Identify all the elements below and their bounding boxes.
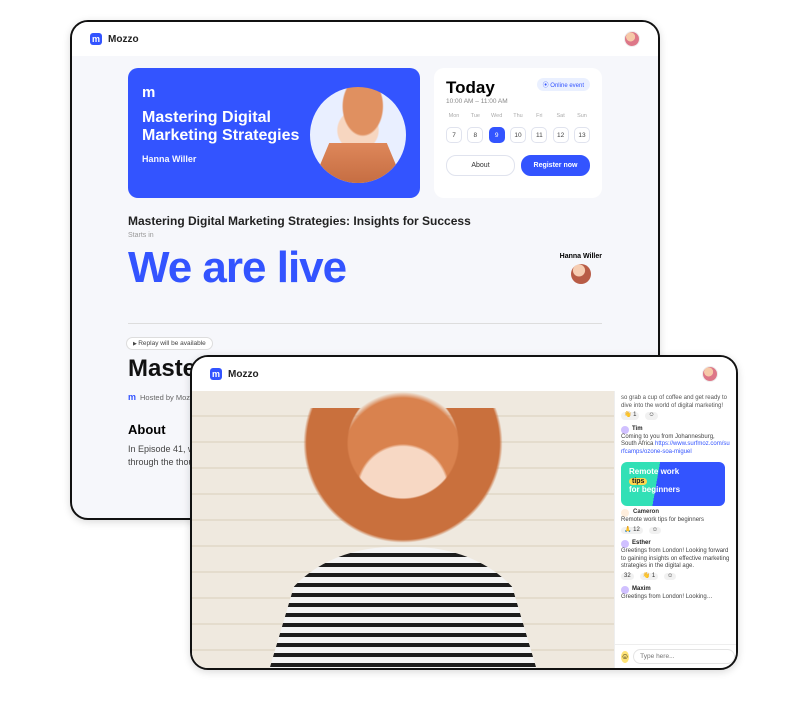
chat-text: so grab a cup of coffee and get ready to… bbox=[621, 395, 727, 409]
host-name: Hanna Willer bbox=[560, 253, 602, 260]
chat-message: Tim Coming to you from Johannesburg, Sou… bbox=[621, 426, 730, 457]
chat-panel: so grab a cup of coffee and get ready to… bbox=[614, 391, 736, 668]
reaction[interactable]: 👋 1 bbox=[640, 573, 658, 581]
date-cell[interactable]: 8 bbox=[467, 127, 483, 143]
schedule-today-label: Today bbox=[446, 78, 508, 98]
reaction[interactable]: 🙏 12 bbox=[621, 527, 643, 535]
chat-stream[interactable]: so grab a cup of coffee and get ready to… bbox=[615, 391, 736, 644]
brand[interactable]: m Mozzo bbox=[210, 368, 259, 380]
speaker-photo bbox=[310, 87, 406, 183]
host-brand-mark-icon: m bbox=[128, 392, 136, 402]
date-cell[interactable]: 13 bbox=[574, 127, 590, 143]
weekday-label: Wed bbox=[489, 113, 505, 119]
host-chip[interactable]: Hanna Willer bbox=[560, 253, 602, 284]
reaction-add-icon[interactable]: ☺ bbox=[664, 573, 676, 581]
live-headline: We are live bbox=[128, 243, 346, 293]
online-event-badge: ⦿ Online event bbox=[537, 78, 590, 91]
weekday-label: Thu bbox=[510, 113, 526, 119]
chat-input[interactable] bbox=[633, 649, 735, 664]
schedule-time: 10:00 AM – 11:00 AM bbox=[446, 98, 508, 105]
chat-card-image: Remote work tips for beginners bbox=[621, 462, 725, 506]
replay-pill: Replay will be available bbox=[126, 337, 213, 350]
avatar[interactable] bbox=[624, 31, 640, 47]
chat-text: Greetings from London! Looking… bbox=[621, 594, 713, 600]
chat-reactions[interactable]: 🙏 12 ☺ bbox=[621, 527, 730, 535]
chat-username[interactable]: Esther bbox=[621, 540, 730, 548]
hero-brand-mark-icon: m bbox=[142, 84, 155, 101]
hero-card: m Mastering Digital Marketing Strategies… bbox=[128, 68, 420, 198]
reaction-add-icon[interactable]: ☺ bbox=[645, 412, 657, 420]
date-cell[interactable]: 11 bbox=[531, 127, 547, 143]
hero-host: Hanna Willer bbox=[142, 154, 300, 164]
emoji-icon[interactable]: ☺ bbox=[621, 651, 629, 663]
brand-name: Mozzo bbox=[108, 34, 139, 45]
starts-in-label: Starts in bbox=[128, 232, 602, 239]
live-video[interactable] bbox=[192, 391, 614, 668]
chat-reactions[interactable]: 32 👋 1 ☺ bbox=[621, 573, 730, 581]
chat-message: so grab a cup of coffee and get ready to… bbox=[621, 395, 730, 420]
chat-reactions[interactable]: 👋 1 ☺ bbox=[621, 412, 730, 420]
weekday-label: Tue bbox=[467, 113, 483, 119]
chat-card-caption: Remote work tips for beginners bbox=[621, 517, 704, 523]
brand-mark-icon: m bbox=[210, 368, 222, 380]
date-cell[interactable]: 12 bbox=[553, 127, 569, 143]
weekday-label: Mon bbox=[446, 113, 462, 119]
dates-row: 7 8 9 10 11 12 13 bbox=[446, 127, 590, 143]
page-title: Mastering Digital Marketing Strategies: … bbox=[128, 214, 602, 228]
live-window: m Mozzo so grab a cup of coffee and get … bbox=[190, 355, 738, 670]
chat-username[interactable]: Maxim bbox=[621, 586, 730, 594]
brand-mark-icon: m bbox=[90, 33, 102, 45]
chat-card[interactable]: Remote work tips for beginners Cameron R… bbox=[621, 462, 730, 534]
weekday-label: Sat bbox=[553, 113, 569, 119]
weekday-label: Fri bbox=[531, 113, 547, 119]
avatar[interactable] bbox=[702, 366, 718, 382]
chat-message: Esther Greetings from London! Looking fo… bbox=[621, 540, 730, 580]
date-cell-active[interactable]: 9 bbox=[489, 127, 505, 143]
reaction-add-icon[interactable]: ☺ bbox=[649, 527, 661, 535]
register-button[interactable]: Register now bbox=[521, 155, 590, 176]
chat-message: Maxim Greetings from London! Looking… bbox=[621, 586, 730, 602]
reaction[interactable]: 32 bbox=[621, 573, 634, 581]
chat-composer: ☺ ➤ bbox=[615, 644, 736, 668]
topbar: m Mozzo bbox=[72, 22, 658, 56]
chat-username[interactable]: Cameron bbox=[633, 509, 659, 517]
schedule-card: Today 10:00 AM – 11:00 AM ⦿ Online event… bbox=[434, 68, 602, 198]
date-cell[interactable]: 7 bbox=[446, 127, 462, 143]
weekday-label: Sun bbox=[574, 113, 590, 119]
brand[interactable]: m Mozzo bbox=[90, 33, 139, 45]
chat-text: Greetings from London! Looking forward t… bbox=[621, 548, 729, 569]
section-divider bbox=[128, 323, 602, 324]
date-cell[interactable]: 10 bbox=[510, 127, 526, 143]
brand-name: Mozzo bbox=[228, 369, 259, 380]
host-avatar bbox=[571, 264, 591, 284]
chat-username[interactable]: Tim bbox=[621, 426, 730, 434]
topbar: m Mozzo bbox=[192, 357, 736, 391]
reaction[interactable]: 👋 1 bbox=[621, 412, 639, 420]
about-button[interactable]: About bbox=[446, 155, 515, 176]
weekday-row: Mon Tue Wed Thu Fri Sat Sun bbox=[446, 113, 590, 119]
hero-title: Mastering Digital Marketing Strategies bbox=[142, 109, 300, 144]
